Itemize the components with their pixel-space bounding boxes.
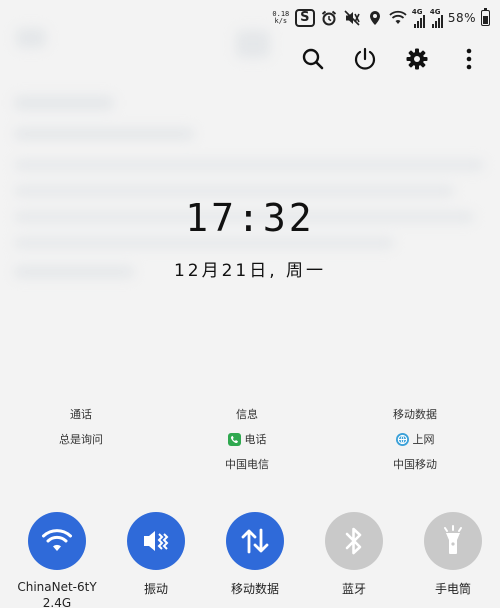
tile-mobile-data-label: 移动数据	[230, 582, 279, 596]
gear-icon	[406, 48, 428, 70]
action-bar	[300, 46, 482, 72]
flashlight-icon	[444, 525, 462, 554]
wifi-toggle[interactable]	[28, 512, 86, 570]
sim-calls-title: 通话	[70, 408, 92, 421]
tile-wifi-band: 2.4G	[42, 596, 72, 608]
signal-icon: 4G	[411, 7, 425, 28]
phone-icon	[227, 433, 241, 446]
sogou-input-icon: S	[294, 9, 315, 27]
signal-icon: 4G	[429, 7, 443, 28]
tile-wifi[interactable]: ChinaNet-6tY 2.4G	[12, 512, 102, 608]
mobile-data-toggle[interactable]	[226, 512, 284, 570]
clock-date[interactable]: 12月21日, 周一	[0, 256, 500, 281]
status-bar: 0.18 k/s S 4G 4G 58%	[272, 6, 490, 30]
location-icon	[366, 9, 384, 27]
wifi-icon	[42, 529, 72, 551]
sim-messages-value: 电话	[244, 433, 267, 446]
sim1-network-type: 4G	[411, 7, 423, 16]
battery-percent: 58%	[447, 11, 476, 25]
sim2-network-type: 4G	[429, 7, 441, 16]
clock-time[interactable]: 17:32	[0, 196, 500, 240]
alarm-icon	[320, 9, 338, 27]
more-vert-icon	[466, 48, 472, 70]
sim-data-title: 移动数据	[393, 408, 437, 421]
power-button[interactable]	[352, 46, 378, 72]
network-speed: 0.18 k/s	[272, 11, 290, 25]
sim-messages-setting[interactable]: 信息 电话 中国电信	[182, 402, 312, 477]
mute-icon	[343, 9, 361, 27]
sim-calls-setting[interactable]: 通话 总是询问	[16, 402, 146, 452]
tile-bluetooth[interactable]: 蓝牙	[309, 512, 399, 597]
bluetooth-toggle[interactable]	[325, 512, 383, 570]
sim-data-carrier: 中国移动	[393, 458, 437, 471]
sim-messages-carrier: 中国电信	[225, 458, 269, 471]
net-speed-unit: k/s	[274, 17, 288, 25]
battery-icon	[481, 8, 490, 26]
wifi-icon	[389, 9, 407, 27]
browser-icon	[395, 433, 409, 446]
vibrate-toggle[interactable]	[127, 512, 185, 570]
tile-flashlight[interactable]: 手电筒	[408, 512, 498, 597]
vibrate-icon	[144, 531, 169, 551]
search-button[interactable]	[300, 46, 326, 72]
tile-bluetooth-label: 蓝牙	[341, 582, 366, 596]
search-icon	[302, 48, 324, 70]
tile-mobile-data[interactable]: 移动数据	[210, 512, 300, 597]
flashlight-toggle[interactable]	[424, 512, 482, 570]
tile-vibrate-label: 振动	[143, 582, 168, 596]
settings-button[interactable]	[404, 46, 430, 72]
tile-flashlight-label: 手电筒	[434, 582, 471, 596]
bluetooth-icon	[345, 527, 362, 555]
tile-wifi-label: ChinaNet-6tY	[17, 580, 97, 594]
sim-messages-title: 信息	[236, 408, 258, 421]
sim-mobile-data-setting[interactable]: 移动数据 上网 中国移动	[350, 402, 480, 477]
power-icon	[354, 47, 376, 70]
sim-data-value: 上网	[412, 433, 435, 446]
more-options-button[interactable]	[456, 46, 482, 72]
sim-calls-value: 总是询问	[59, 433, 103, 446]
tile-vibrate[interactable]: 振动	[111, 512, 201, 597]
data-transfer-icon	[241, 528, 269, 554]
